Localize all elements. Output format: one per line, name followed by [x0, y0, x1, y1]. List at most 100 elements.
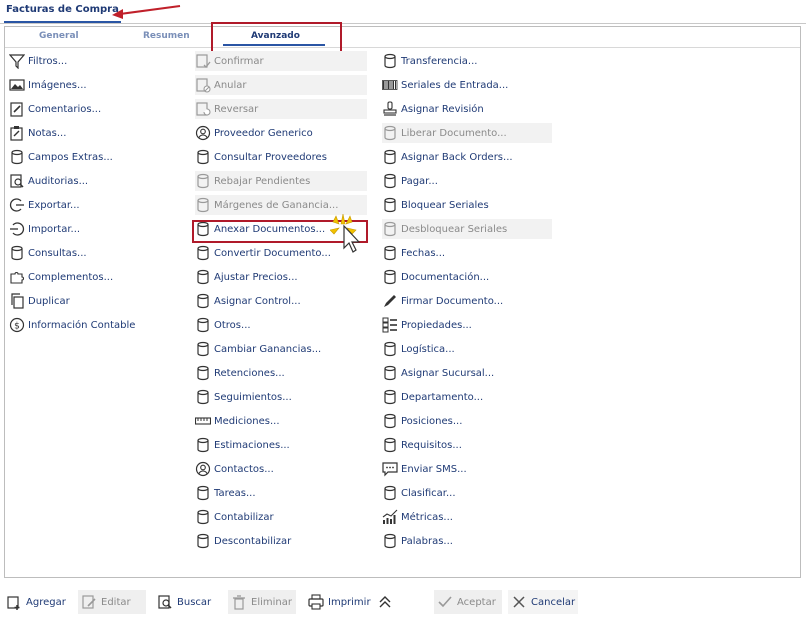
option-propiedades[interactable]: Propiedades... — [382, 315, 552, 335]
option-enviar-sms[interactable]: Enviar SMS... — [382, 459, 552, 479]
subtab-resumen[interactable]: Resumen — [143, 31, 190, 41]
option-margenes-de-ganancia[interactable]: Márgenes de Ganancia... — [195, 195, 367, 215]
copy-icon — [9, 293, 25, 309]
stamp-icon — [382, 101, 398, 117]
option-filtros[interactable]: Filtros... — [9, 51, 189, 71]
option-fechas[interactable]: Fechas... — [382, 243, 552, 263]
subtab-general[interactable]: General — [39, 31, 79, 41]
option-logistica[interactable]: Logística... — [382, 339, 552, 359]
delete-button[interactable]: Eliminar — [228, 590, 296, 614]
window-tab-facturas[interactable]: Facturas de Compra — [4, 4, 121, 23]
expand-button[interactable] — [374, 590, 400, 614]
tab-rule — [0, 23, 806, 24]
option-tareas[interactable]: Tareas... — [195, 483, 367, 503]
option-desbloquear-seriales[interactable]: Desbloquear Seriales — [382, 219, 552, 239]
add-icon — [6, 594, 22, 610]
search-button[interactable]: Buscar — [154, 590, 214, 614]
option-retenciones[interactable]: Retenciones... — [195, 363, 367, 383]
database-icon — [195, 365, 211, 381]
option-cambiar-ganancias[interactable]: Cambiar Ganancias... — [195, 339, 367, 359]
option-label: Propiedades... — [401, 319, 472, 331]
note-icon — [9, 125, 25, 141]
option-pagar[interactable]: Pagar... — [382, 171, 552, 191]
option-seguimientos[interactable]: Seguimientos... — [195, 387, 367, 407]
option-label: Documentación... — [401, 271, 490, 283]
option-label: Comentarios... — [28, 103, 102, 115]
option-informacion-contable[interactable]: $ Información Contable — [9, 315, 189, 335]
option-label: Campos Extras... — [28, 151, 113, 163]
option-label: Requisitos... — [401, 439, 462, 451]
database-icon — [195, 437, 211, 453]
option-clasificar[interactable]: Clasificar... — [382, 483, 552, 503]
database-icon — [382, 149, 398, 165]
option-rebajar-pendientes[interactable]: Rebajar Pendientes — [195, 171, 367, 191]
option-reversar[interactable]: Reversar — [195, 99, 367, 119]
database-icon — [195, 533, 211, 549]
option-contabilizar[interactable]: Contabilizar — [195, 507, 367, 527]
database-icon — [195, 149, 211, 165]
option-metricas[interactable]: Métricas... — [382, 507, 552, 527]
cancel-button[interactable]: Cancelar — [508, 590, 578, 614]
option-label: Proveedor Generico — [214, 127, 313, 139]
option-auditorias[interactable]: Auditorias... — [9, 171, 189, 191]
option-descontabilizar[interactable]: Descontabilizar — [195, 531, 367, 551]
option-departamento[interactable]: Departamento... — [382, 387, 552, 407]
database-icon — [382, 437, 398, 453]
option-proveedor-generico[interactable]: Proveedor Generico — [195, 123, 367, 143]
dollar-icon: $ — [9, 317, 25, 333]
option-duplicar[interactable]: Duplicar — [9, 291, 189, 311]
option-palabras[interactable]: Palabras... — [382, 531, 552, 551]
option-ajustar-precios[interactable]: Ajustar Precios... — [195, 267, 367, 287]
option-label: Contabilizar — [214, 511, 274, 523]
filter-icon — [9, 53, 25, 69]
option-documentacion[interactable]: Documentación... — [382, 267, 552, 287]
user-icon — [195, 125, 211, 141]
annotation-arrow-icon — [112, 5, 181, 19]
option-asignar-sucursal[interactable]: Asignar Sucursal... — [382, 363, 552, 383]
option-label: Pagar... — [401, 175, 438, 187]
option-imagenes[interactable]: Imágenes... — [9, 75, 189, 95]
option-contactos[interactable]: Contactos... — [195, 459, 367, 479]
option-asignar-revision[interactable]: Asignar Revisión — [382, 99, 552, 119]
option-seriales-de-entrada[interactable]: Seriales de Entrada... — [382, 75, 552, 95]
cancel-doc-icon — [195, 77, 211, 93]
option-consultar-proveedores[interactable]: Consultar Proveedores — [195, 147, 367, 167]
pen-icon — [382, 293, 398, 309]
database-icon — [195, 293, 211, 309]
option-notas[interactable]: Notas... — [9, 123, 189, 143]
option-importar[interactable]: Importar... — [9, 219, 189, 239]
option-label: Anular — [214, 79, 247, 91]
option-transferencia[interactable]: Transferencia... — [382, 51, 552, 71]
option-label: Otros... — [214, 319, 251, 331]
option-label: Métricas... — [401, 511, 453, 523]
option-comentarios[interactable]: Comentarios... — [9, 99, 189, 119]
add-button[interactable]: Agregar — [3, 590, 69, 614]
database-icon — [382, 173, 398, 189]
option-asignar-control[interactable]: Asignar Control... — [195, 291, 367, 311]
option-firmar-documento[interactable]: Firmar Documento... — [382, 291, 552, 311]
option-campos-extras[interactable]: Campos Extras... — [9, 147, 189, 167]
option-asignar-back-orders[interactable]: Asignar Back Orders... — [382, 147, 552, 167]
option-requisitos[interactable]: Requisitos... — [382, 435, 552, 455]
option-label: Fechas... — [401, 247, 446, 259]
option-bloquear-seriales[interactable]: Bloquear Seriales — [382, 195, 552, 215]
option-confirmar[interactable]: Confirmar — [195, 51, 367, 71]
option-label: Duplicar — [28, 295, 70, 307]
option-consultas[interactable]: Consultas... — [9, 243, 189, 263]
option-anular[interactable]: Anular — [195, 75, 367, 95]
option-exportar[interactable]: Exportar... — [9, 195, 189, 215]
option-liberar-documento[interactable]: Liberar Documento... — [382, 123, 552, 143]
option-posiciones[interactable]: Posiciones... — [382, 411, 552, 431]
database-icon — [382, 389, 398, 405]
option-complementos[interactable]: Complementos... — [9, 267, 189, 287]
search-label: Buscar — [177, 596, 212, 608]
option-mediciones[interactable]: Mediciones... — [195, 411, 367, 431]
subtab-rule — [5, 47, 800, 48]
option-otros[interactable]: Otros... — [195, 315, 367, 335]
export-icon — [9, 197, 25, 213]
option-estimaciones[interactable]: Estimaciones... — [195, 435, 367, 455]
edit-button[interactable]: Editar — [78, 590, 146, 614]
accept-button[interactable]: Aceptar — [434, 590, 502, 614]
print-button[interactable]: Imprimir — [305, 590, 374, 614]
option-label: Departamento... — [401, 391, 484, 403]
